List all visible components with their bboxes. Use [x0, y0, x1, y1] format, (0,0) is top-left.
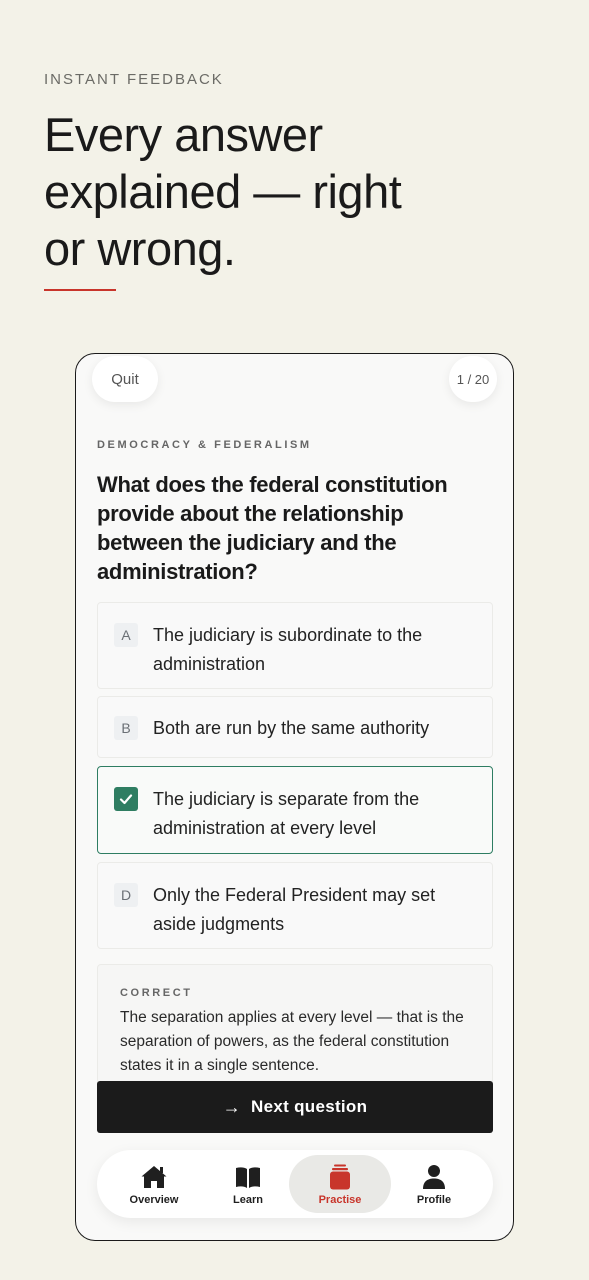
question-category: DEMOCRACY & FEDERALISM — [97, 439, 312, 451]
next-question-label: Next question — [251, 1097, 368, 1116]
headline: Every answer explained — right or wrong. — [44, 106, 464, 277]
answer-option-d[interactable]: D Only the Federal President may set asi… — [97, 862, 493, 949]
question-text: What does the federal constitution provi… — [97, 472, 448, 584]
check-icon — [114, 787, 138, 811]
tab-label: Learn — [233, 1194, 263, 1206]
question-counter: 1 / 20 — [449, 356, 497, 402]
tab-practise[interactable]: Practise — [289, 1155, 391, 1213]
phone-frame: Quit 1 / 20 DEMOCRACY & FEDERALISM What … — [75, 353, 514, 1241]
tab-label: Profile — [416, 1194, 452, 1206]
headline-line: or wrong. — [44, 222, 236, 275]
option-letter: B — [114, 716, 138, 740]
tab-overview[interactable]: Overview — [103, 1155, 205, 1213]
answer-option-a[interactable]: A The judiciary is subordinate to the ad… — [97, 602, 493, 689]
eyebrow: INSTANT FEEDBACK — [44, 71, 224, 88]
option-text: The judiciary is subordinate to the admi… — [153, 625, 423, 674]
answer-option-c-correct[interactable]: The judiciary is separate from the admin… — [97, 766, 493, 854]
feedback-label: CORRECT — [120, 987, 193, 999]
home-icon — [141, 1166, 167, 1188]
option-letter: D — [114, 883, 138, 907]
tab-learn[interactable]: Learn — [197, 1155, 299, 1213]
next-question-button[interactable]: → Next question — [97, 1081, 493, 1133]
accent-rule — [44, 289, 116, 291]
person-icon — [423, 1165, 445, 1189]
option-text: The judiciary is separate from the admin… — [153, 789, 420, 838]
option-text: Only the Federal President may set aside… — [153, 885, 436, 934]
quit-button[interactable]: Quit — [92, 356, 158, 402]
book-icon — [236, 1167, 260, 1188]
answer-option-b[interactable]: B Both are run by the same authority — [97, 696, 493, 758]
feedback-body: The separation applies at every level — … — [120, 1009, 464, 1074]
tab-label: Practise — [318, 1194, 362, 1206]
feedback-panel: CORRECT The separation applies at every … — [97, 964, 493, 1094]
tab-label: Overview — [129, 1194, 179, 1206]
headline-line: Every answer — [44, 108, 323, 161]
arrow-right-icon: → — [222, 1096, 241, 1117]
headline-line: explained — right — [44, 165, 402, 218]
tab-bar: Overview Learn Practise Profile — [97, 1150, 493, 1218]
option-letter: A — [114, 623, 138, 647]
tab-profile[interactable]: Profile — [383, 1155, 485, 1213]
cards-icon — [330, 1164, 350, 1190]
option-text: Both are run by the same authority — [153, 718, 430, 738]
